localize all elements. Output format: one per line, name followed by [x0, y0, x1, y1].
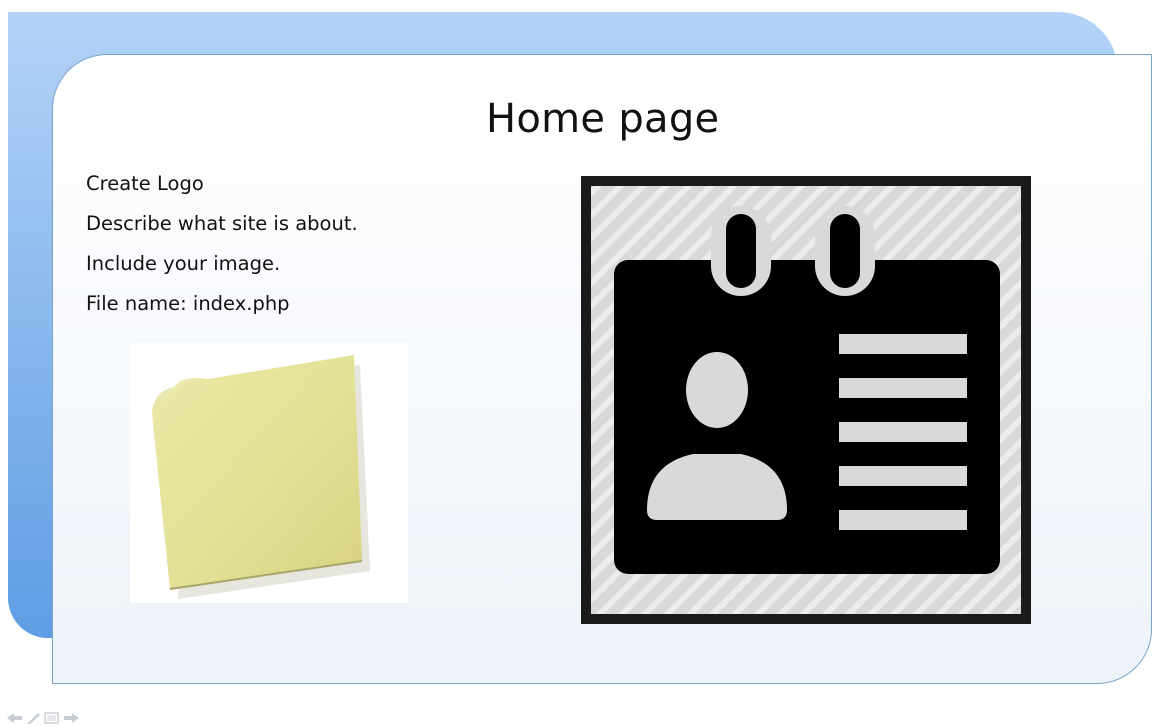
bullet-item: Describe what site is about. [86, 212, 358, 235]
id-badge-icon [581, 176, 1031, 624]
slide-title: Home page [486, 96, 720, 142]
sticky-note-photo [130, 343, 408, 603]
bullet-list: Create Logo Describe what site is about.… [86, 168, 358, 328]
slideshow-controls [6, 711, 80, 725]
bullet-item: Include your image. [86, 252, 281, 275]
slide-menu-icon[interactable] [44, 712, 60, 724]
bullet-item: File name: index.php [86, 292, 290, 315]
next-slide-icon[interactable] [62, 712, 80, 724]
pen-icon[interactable] [26, 712, 42, 724]
bullet-item: Create Logo [86, 172, 204, 195]
previous-slide-icon[interactable] [6, 712, 24, 724]
